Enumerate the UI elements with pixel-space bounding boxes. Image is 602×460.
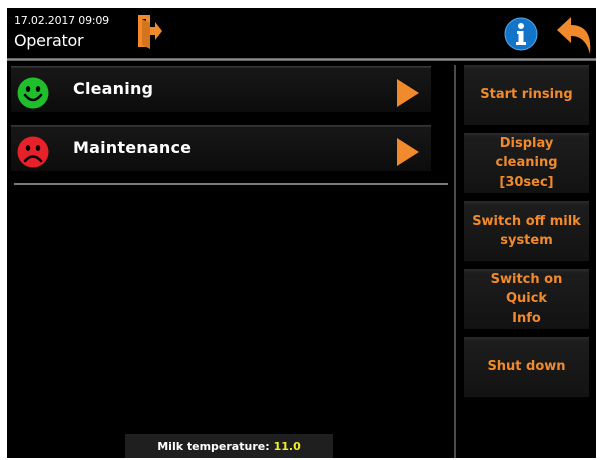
milk-temperature-label: Milk temperature:	[157, 439, 270, 453]
button-label: Shut down	[487, 359, 566, 375]
switch-on-quick-info-button[interactable]: Switch on Quick Info	[464, 269, 589, 329]
menu-item-label: Cleaning	[73, 79, 154, 98]
menu-item-label: Maintenance	[73, 138, 192, 157]
button-label-line-2: [30sec]	[499, 174, 554, 190]
smiley-sad-icon	[17, 136, 49, 168]
button-label-line-1: Switch on Quick	[490, 271, 563, 307]
play-arrow-icon[interactable]	[396, 78, 420, 108]
list-divider	[14, 183, 448, 185]
button-label: Start rinsing	[480, 87, 573, 103]
user-role: Operator	[14, 31, 84, 50]
button-label-line-2: system	[500, 233, 553, 248]
milk-temperature-value: 11.0	[273, 439, 301, 453]
switch-off-milk-system-button[interactable]: Switch off milk system	[464, 201, 589, 261]
start-rinsing-button[interactable]: Start rinsing	[464, 65, 589, 125]
logout-door-icon[interactable]	[135, 13, 163, 49]
display-cleaning-button[interactable]: Display cleaning [30sec]	[464, 133, 589, 193]
shut-down-button[interactable]: Shut down	[464, 337, 589, 397]
menu-item-cleaning[interactable]: Cleaning	[11, 66, 431, 112]
button-label-line-1: Display cleaning	[495, 135, 558, 171]
datetime: 17.02.2017 09:09	[14, 14, 109, 27]
play-arrow-icon[interactable]	[396, 137, 420, 167]
button-label-line-1: Switch off milk	[472, 213, 581, 229]
header-divider	[7, 58, 596, 61]
button-label-line-2: Info	[512, 310, 541, 326]
milk-temperature-readout: Milk temperature: 11.0	[125, 434, 333, 458]
panel-divider	[454, 65, 456, 458]
operator-screen: 17.02.2017 09:09 Operator Cleaning Maint…	[7, 8, 596, 458]
menu-item-maintenance[interactable]: Maintenance	[11, 125, 431, 171]
back-arrow-icon[interactable]	[555, 16, 593, 56]
info-icon[interactable]	[504, 17, 538, 51]
header: 17.02.2017 09:09 Operator	[7, 8, 596, 58]
smiley-happy-icon	[17, 77, 49, 109]
